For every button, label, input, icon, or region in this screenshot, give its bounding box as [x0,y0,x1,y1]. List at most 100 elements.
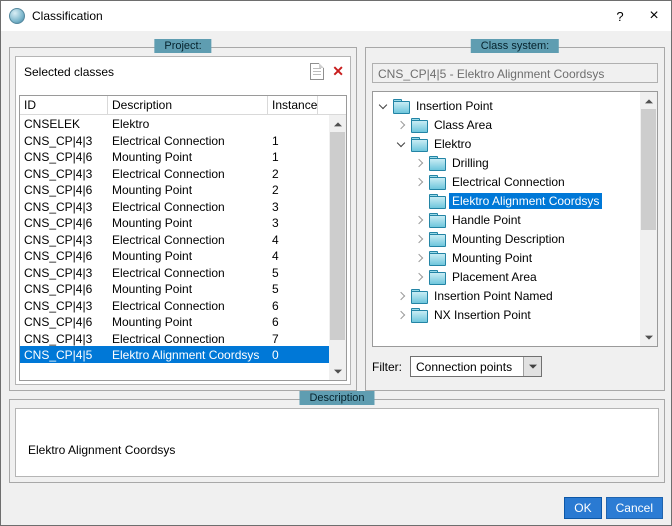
project-group-label: Project: [154,39,211,53]
title-bar: Classification ? × [1,1,671,31]
chevron-right-icon[interactable] [415,175,425,189]
tree-item[interactable]: Handle Point [373,210,640,229]
tree-item[interactable]: Elektro Alignment Coordsys [373,191,640,210]
scroll-thumb[interactable] [641,109,656,230]
tree-item-label: Class Area [431,117,495,133]
cell-instance: 4 [268,231,318,248]
cell-description: Mounting Point [108,181,268,198]
cell-instance: 2 [268,181,318,198]
filter-value: Connection points [411,357,523,376]
help-button[interactable]: ? [603,1,637,31]
cell-id: CNS_CP|4|3 [20,132,108,149]
cell-id: CNS_CP|4|3 [20,330,108,347]
close-button[interactable]: × [637,1,671,31]
tree-item[interactable]: Insertion Point [373,96,640,115]
table-row[interactable]: CNS_CP|4|3Electrical Connection2 [20,165,329,182]
tree-item[interactable]: Insertion Point Named [373,286,640,305]
tree-item-label: Drilling [449,155,492,171]
table-row[interactable]: CNS_CP|4|6Mounting Point1 [20,148,329,165]
table-vertical-scrollbar[interactable] [329,115,346,380]
selected-classes-table: ID Description Instance CNSELEKElektroCN… [19,95,347,381]
chevron-right-icon[interactable] [415,213,425,227]
new-class-icon[interactable] [310,63,324,80]
table-row[interactable]: CNS_CP|4|3Electrical Connection6 [20,297,329,314]
folder-icon [411,289,426,302]
cell-instance: 5 [268,280,318,297]
table-row[interactable]: CNS_CP|4|3Electrical Connection1 [20,132,329,149]
tree-item[interactable]: Mounting Point [373,248,640,267]
cell-instance: 1 [268,132,318,149]
cell-id: CNS_CP|4|3 [20,297,108,314]
table-row[interactable]: CNS_CP|4|3Electrical Connection7 [20,330,329,347]
cell-description: Electrical Connection [108,330,268,347]
ok-button[interactable]: OK [564,497,601,519]
cell-id: CNS_CP|4|3 [20,198,108,215]
column-header-id[interactable]: ID [20,96,108,114]
cell-instance [268,115,318,132]
table-row[interactable]: CNS_CP|4|3Electrical Connection4 [20,231,329,248]
table-row[interactable]: CNSELEKElektro [20,115,329,132]
selected-classes-box: Selected classes ✕ ID Description Instan… [15,56,351,385]
cell-id: CNS_CP|4|6 [20,181,108,198]
chevron-down-icon[interactable] [523,357,541,376]
scroll-up-icon[interactable] [329,115,346,132]
tree-item[interactable]: Elektro [373,134,640,153]
tree-item[interactable]: Mounting Description [373,229,640,248]
tree-vertical-scrollbar[interactable] [640,92,657,346]
table-row[interactable]: CNS_CP|4|3Electrical Connection3 [20,198,329,215]
cell-description: Electrical Connection [108,264,268,281]
folder-icon [411,137,426,150]
delete-class-icon[interactable]: ✕ [332,63,344,80]
filter-dropdown[interactable]: Connection points [410,356,542,377]
cell-description: Electrical Connection [108,132,268,149]
chevron-right-icon[interactable] [397,308,407,322]
table-row[interactable]: CNS_CP|4|6Mounting Point5 [20,280,329,297]
chevron-down-icon[interactable] [379,99,389,113]
table-row[interactable]: CNS_CP|4|6Mounting Point6 [20,313,329,330]
table-row[interactable]: CNS_CP|4|6Mounting Point4 [20,247,329,264]
scroll-down-icon[interactable] [640,329,657,346]
chevron-right-icon[interactable] [415,251,425,265]
cell-description: Electrical Connection [108,165,268,182]
chevron-right-icon[interactable] [397,118,407,132]
tree-item-label: Insertion Point [413,98,496,114]
scroll-thumb[interactable] [330,132,345,340]
tree-item-label: NX Insertion Point [431,307,534,323]
table-row[interactable]: CNS_CP|4|3Electrical Connection5 [20,264,329,281]
cell-instance: 7 [268,330,318,347]
table-row[interactable]: CNS_CP|4|6Mounting Point2 [20,181,329,198]
cell-id: CNS_CP|4|6 [20,214,108,231]
class-tree: Insertion Point Class AreaElektro Drilling… [373,92,640,346]
tree-item[interactable]: Placement Area [373,267,640,286]
cell-instance: 0 [268,346,318,363]
scroll-track[interactable] [640,109,657,329]
chevron-right-icon[interactable] [415,156,425,170]
tree-item-label: Handle Point [449,212,524,228]
tree-item-label: Electrical Connection [449,174,568,190]
tree-item[interactable]: Drilling [373,153,640,172]
column-header-description[interactable]: Description [108,96,268,114]
tree-item-label: Insertion Point Named [431,288,556,304]
scroll-down-icon[interactable] [329,363,346,380]
tree-item[interactable]: NX Insertion Point [373,305,640,324]
cell-id: CNS_CP|4|6 [20,247,108,264]
chevron-right-icon[interactable] [415,232,425,246]
tree-item-label: Placement Area [449,269,540,285]
cell-instance: 1 [268,148,318,165]
tree-item[interactable]: Class Area [373,115,640,134]
tree-item[interactable]: Electrical Connection [373,172,640,191]
column-header-instance[interactable]: Instance [268,96,318,114]
class-system-group: Class system: CNS_CP|4|5 - Elektro Align… [365,47,665,391]
chevron-right-icon[interactable] [397,289,407,303]
scroll-up-icon[interactable] [640,92,657,109]
chevron-right-icon[interactable] [415,270,425,284]
description-group-label: Description [299,391,374,405]
folder-icon [411,308,426,321]
scroll-track[interactable] [329,132,346,363]
tree-item-label: Elektro Alignment Coordsys [449,193,602,209]
cancel-button[interactable]: Cancel [606,497,663,519]
table-row[interactable]: CNS_CP|4|5Elektro Alignment Coordsys0 [20,346,329,363]
cell-instance: 3 [268,198,318,215]
chevron-down-icon[interactable] [397,137,407,151]
table-row[interactable]: CNS_CP|4|6Mounting Point3 [20,214,329,231]
